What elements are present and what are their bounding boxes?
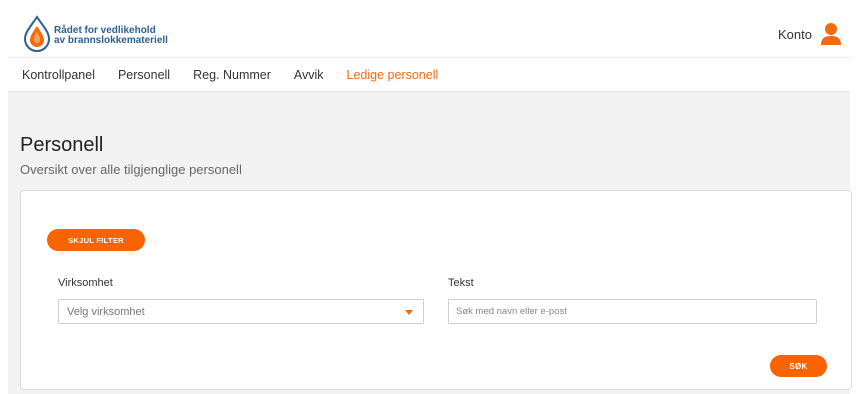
nav-item-ledige-personell[interactable]: Ledige personell <box>347 68 439 82</box>
page-subtitle: Oversikt over alle tilgjenglige personel… <box>20 162 242 177</box>
account-menu[interactable]: Konto <box>778 21 842 47</box>
nav-item-reg-nummer[interactable]: Reg. Nummer <box>193 68 271 82</box>
search-text-input[interactable] <box>448 299 817 324</box>
user-icon <box>821 23 841 45</box>
main-nav: Kontrollpanel Personell Reg. Nummer Avvi… <box>8 58 850 92</box>
brand-logo[interactable] <box>18 14 56 52</box>
page-title: Personell <box>20 134 104 156</box>
nav-item-personell[interactable]: Personell <box>118 68 170 82</box>
search-button[interactable]: SØK <box>770 355 827 377</box>
main-content: Personell Oversikt over alle tilgjenglig… <box>8 92 852 394</box>
company-select[interactable]: Velg virksomhet <box>58 299 424 324</box>
account-label: Konto <box>778 26 812 42</box>
text-label: Tekst <box>448 277 474 289</box>
nav-item-kontrollpanel[interactable]: Kontrollpanel <box>22 68 95 82</box>
nav-item-avvik[interactable]: Avvik <box>294 68 324 82</box>
toggle-filter-button[interactable]: SKJUL FILTER <box>47 229 145 251</box>
company-select-placeholder: Velg virksomhet <box>67 306 145 318</box>
company-label: Virksomhet <box>58 277 113 289</box>
brand-name: Rådet for vedlikehold av brannslokkemate… <box>54 26 168 46</box>
filter-card: SKJUL FILTER Virksomhet Velg virksomhet … <box>20 190 852 390</box>
brand-name-line2: av brannslokkemateriell <box>54 35 168 46</box>
caret-down-icon <box>405 310 413 315</box>
app-header: Rådet for vedlikehold av brannslokkemate… <box>8 8 850 58</box>
flame-drop-icon <box>23 15 51 52</box>
